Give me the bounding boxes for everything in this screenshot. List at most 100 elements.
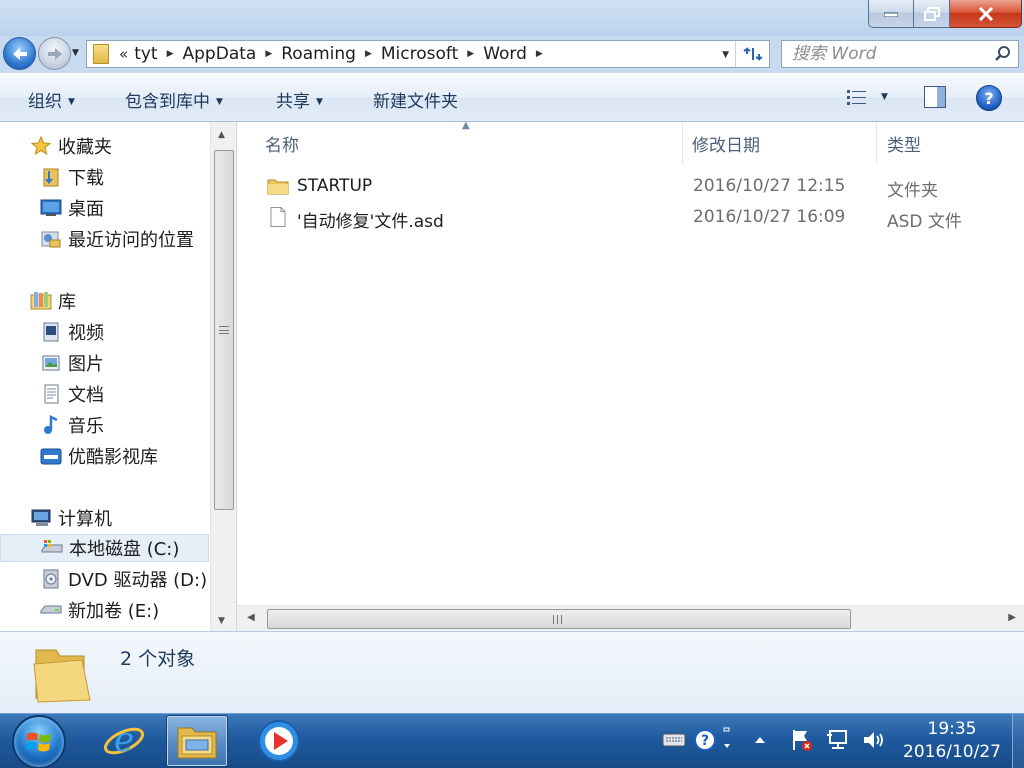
action-center-flag-icon[interactable] (790, 728, 814, 752)
search-input[interactable] (782, 41, 982, 67)
close-button[interactable] (950, 0, 1022, 28)
nav-favorites[interactable]: 收藏夹 (0, 132, 209, 160)
nav-item-label: 图片 (68, 354, 104, 375)
taskbar-windows-explorer[interactable] (166, 715, 228, 767)
nav-item-downloads[interactable]: 下载 (0, 163, 209, 191)
scroll-down-arrow[interactable]: ▼ (218, 616, 225, 626)
downloads-folder-icon (40, 167, 62, 187)
nav-libraries[interactable]: 库 (0, 287, 209, 315)
address-bar[interactable]: « tyt ▶ AppData ▶ Roaming ▶ Microsoft ▶ … (86, 40, 770, 68)
chevron-right-icon[interactable]: ▶ (265, 49, 272, 59)
caption-buttons (868, 0, 1022, 28)
nav-item-dvd-drive-d[interactable]: DVD 驱动器 (D:) ' (0, 565, 218, 593)
maximize-button[interactable] (914, 0, 950, 28)
address-history-dropdown[interactable]: ▼ (722, 50, 729, 60)
refresh-button[interactable] (735, 41, 769, 67)
nav-item-desktop[interactable]: 桌面 (0, 194, 209, 222)
nav-item-pictures[interactable]: 图片 (0, 349, 209, 377)
command-bar: 组织 ▼ 包含到库中 ▼ 共享 ▼ 新建文件夹 ▼ ? (0, 73, 1024, 122)
breadcrumb-microsoft[interactable]: Microsoft (381, 44, 458, 64)
file-date: 2016/10/27 16:09 (693, 207, 846, 227)
network-icon[interactable] (826, 728, 850, 752)
chevron-right-icon[interactable]: ▶ (467, 49, 474, 59)
taskbar-media-player[interactable] (248, 715, 310, 767)
column-header-type[interactable]: 类型 (877, 122, 1024, 164)
nav-item-new-volume-e[interactable]: 新加卷 (E:) (0, 596, 209, 624)
nav-computer[interactable]: 计算机 (0, 504, 209, 532)
file-row-autorecover[interactable]: '自动修复'文件.asd 2016/10/27 16:09 ASD 文件 (257, 203, 1017, 233)
share-label: 共享 (276, 92, 310, 112)
column-type-label: 类型 (887, 135, 921, 156)
help-tray-icon[interactable]: ? (693, 728, 717, 752)
volume-icon[interactable] (862, 728, 886, 752)
new-folder-button[interactable]: 新建文件夹 (373, 87, 458, 112)
column-name-label: 名称 (265, 135, 299, 156)
column-header-date[interactable]: 修改日期 (682, 122, 876, 164)
search-icon[interactable] (994, 45, 1012, 63)
nav-item-music[interactable]: 音乐 (0, 411, 209, 439)
ime-options-icon[interactable] (720, 726, 734, 750)
keyboard-icon[interactable] (662, 728, 686, 752)
breadcrumb-overflow[interactable]: « (119, 45, 128, 63)
nav-item-local-disk-c[interactable]: 本地磁盘 (C:) (0, 534, 209, 562)
nav-item-youku-library[interactable]: 优酷影视库 (0, 442, 209, 470)
show-hidden-icons-icon[interactable] (748, 728, 772, 752)
scroll-thumb[interactable] (214, 150, 234, 510)
breadcrumb-roaming[interactable]: Roaming (281, 44, 356, 64)
start-button[interactable] (12, 715, 66, 768)
refresh-icon (742, 47, 763, 61)
nav-favorites-label: 收藏夹 (58, 137, 112, 158)
forward-button[interactable] (38, 37, 71, 70)
back-button[interactable] (3, 37, 36, 70)
chevron-right-icon[interactable]: ▶ (167, 49, 174, 59)
libraries-icon (30, 291, 52, 311)
taskbar-internet-explorer[interactable]: e (93, 715, 155, 767)
arrow-right-icon (47, 47, 62, 60)
internet-explorer-icon: e (103, 720, 145, 760)
chevron-right-icon[interactable]: ▶ (365, 49, 372, 59)
include-in-library-menu[interactable]: 包含到库中 ▼ (125, 87, 223, 112)
organize-menu[interactable]: 组织 ▼ (28, 87, 75, 112)
horizontal-scrollbar[interactable]: ◀ ▶ (237, 605, 1024, 631)
file-date: 2016/10/27 12:15 (693, 176, 846, 196)
clock-date: 2016/10/27 (903, 742, 1001, 762)
scroll-left-arrow[interactable]: ◀ (247, 612, 255, 623)
nav-item-videos[interactable]: 视频 (0, 318, 209, 346)
system-drive-icon (41, 538, 63, 558)
windows-explorer-icon (177, 727, 217, 759)
music-icon (40, 415, 62, 435)
minimize-icon (884, 12, 898, 17)
show-desktop-button[interactable] (1012, 714, 1024, 768)
breadcrumb-tyt[interactable]: tyt (134, 44, 157, 64)
details-pane: 2 个对象 (0, 631, 1024, 713)
dvd-drive-icon (40, 569, 62, 589)
folder-icon (93, 44, 109, 64)
nav-item-recent-places[interactable]: 最近访问的位置 (0, 225, 209, 253)
recent-pages-dropdown[interactable]: ▼ (72, 48, 79, 58)
chevron-down-icon: ▼ (68, 97, 75, 107)
scroll-thumb[interactable] (267, 609, 851, 629)
navigation-scrollbar[interactable]: ▲ ▼ (210, 122, 236, 631)
breadcrumb-word[interactable]: Word (483, 44, 527, 64)
computer-icon (30, 508, 52, 528)
preview-pane-icon[interactable] (924, 86, 946, 108)
breadcrumb-appdata[interactable]: AppData (183, 44, 257, 64)
recent-places-icon (40, 229, 62, 249)
minimize-button[interactable] (868, 0, 914, 28)
video-icon (40, 322, 62, 342)
help-icon[interactable]: ? (976, 85, 1002, 111)
view-options-icon[interactable] (846, 88, 868, 108)
scroll-up-arrow[interactable]: ▲ (218, 130, 225, 140)
nav-item-documents[interactable]: 文档 (0, 380, 209, 408)
nav-libraries-label: 库 (58, 292, 76, 313)
share-menu[interactable]: 共享 ▼ (276, 87, 323, 112)
nav-item-label: 音乐 (68, 416, 104, 437)
svg-text:e: e (114, 720, 134, 760)
file-row-startup[interactable]: STARTUP 2016/10/27 12:15 文件夹 (257, 172, 1017, 202)
nav-item-label: 本地磁盘 (C:) (69, 539, 180, 560)
view-options-dropdown[interactable]: ▼ (881, 92, 888, 102)
chevron-right-icon[interactable]: ▶ (536, 49, 543, 59)
system-clock[interactable]: 19:35 2016/10/27 (890, 718, 1014, 764)
scroll-right-arrow[interactable]: ▶ (1008, 612, 1016, 623)
new-folder-label: 新建文件夹 (373, 92, 458, 112)
